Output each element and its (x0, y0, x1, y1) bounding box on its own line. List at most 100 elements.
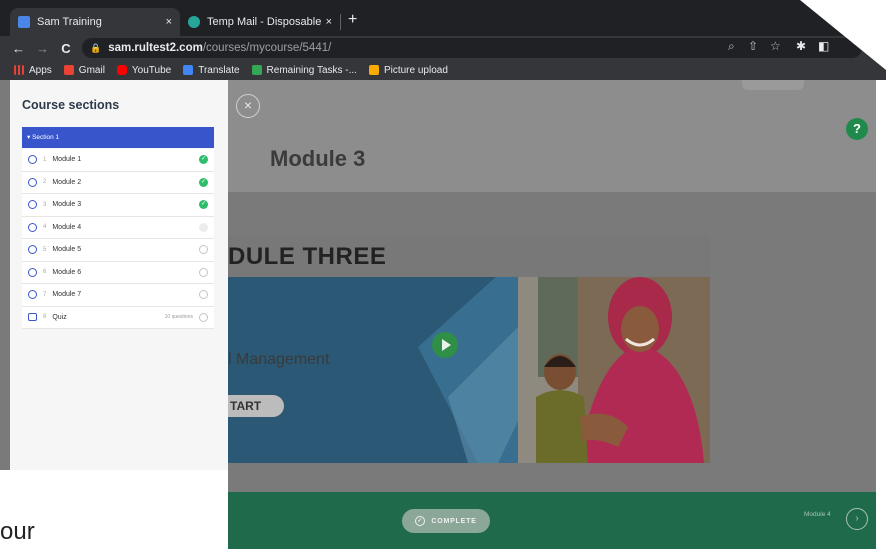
course-sections-sidebar: Course sections ▾ Section 1 1 Module 1 ✓… (10, 80, 228, 471)
translate-icon (183, 65, 194, 75)
module-name: Module 5 (52, 246, 82, 254)
status-pending-icon (199, 290, 208, 300)
sidepanel-icon[interactable]: ◧ (818, 39, 829, 53)
module-footer-bar: ✓ COMPLETE Module 4 › (228, 492, 886, 549)
next-module-label: Module 4 (804, 511, 831, 518)
module-header-area (228, 80, 886, 192)
sidebar-item-module-4[interactable]: 4 Module 4 (22, 216, 214, 239)
sidebar-item-module-1[interactable]: 1 Module 1 ✓ (22, 149, 214, 172)
module-name: Quiz (52, 313, 67, 321)
bookmark-label: Remaining Tasks -... (266, 64, 357, 76)
sidebar-item-module-2[interactable]: 2 Module 2 ✓ (22, 171, 214, 194)
video-thumbnail: l Management TART (228, 277, 710, 463)
next-module-button[interactable]: › (846, 508, 868, 530)
url-host: sam.rultest2.com (108, 42, 203, 54)
tab-favicon-icon (18, 16, 30, 28)
section-header[interactable]: ▾ Section 1 (22, 127, 214, 148)
bookmark-picture-upload[interactable]: Picture upload (368, 64, 448, 76)
bookmark-gmail[interactable]: Gmail (63, 64, 105, 76)
module-number: 6 (43, 269, 47, 276)
module-name: Module 1 (52, 156, 82, 164)
bookmarks-bar: Apps Gmail YouTube Translate Remaining T… (0, 60, 886, 80)
tab-sam-training[interactable]: Sam Training × (10, 8, 180, 36)
gmail-icon (63, 65, 74, 75)
sidebar-item-module-6[interactable]: 6 Module 6 (22, 261, 214, 284)
sidebar-item-module-7[interactable]: 7 Module 7 (22, 284, 214, 307)
module-play-icon (28, 200, 37, 210)
module-name: Module 4 (52, 223, 82, 231)
extensions-icon[interactable]: ✱ (796, 39, 806, 53)
quiz-icon (28, 313, 37, 322)
tab-temp-mail[interactable]: Temp Mail - Disposable Tempo × (180, 8, 340, 36)
sidebar-item-module-5[interactable]: 5 Module 5 (22, 239, 214, 262)
module-play-icon (28, 222, 37, 232)
bookmark-label: Gmail (78, 64, 105, 76)
module-play-icon (28, 267, 37, 277)
bookmark-translate[interactable]: Translate (183, 64, 240, 76)
address-bar[interactable]: 🔒 sam.rultest2.com /courses/mycourse/544… (82, 38, 862, 58)
tab-close-icon[interactable]: × (326, 16, 332, 28)
module-number: 4 (43, 224, 47, 231)
complete-button[interactable]: ✓ COMPLETE (402, 509, 490, 533)
tab-title: Sam Training (37, 16, 102, 28)
browser-toolbar: ← → C 🔒 sam.rultest2.com /courses/mycour… (0, 36, 886, 60)
new-tab-icon[interactable]: + (348, 11, 357, 29)
bookmark-star-icon[interactable]: ☆ (770, 39, 781, 53)
browser-chrome: Sam Training × Temp Mail - Disposable Te… (0, 0, 886, 80)
module-number: 5 (43, 246, 47, 253)
status-pending-icon (199, 245, 208, 255)
reload-icon[interactable]: C (60, 41, 72, 56)
complete-label: COMPLETE (431, 517, 477, 525)
sidebar-title: Course sections (22, 98, 120, 112)
forward-icon[interactable]: → (36, 41, 49, 56)
url-path: /courses/mycourse/5441/ (202, 42, 332, 54)
play-icon[interactable] (432, 332, 458, 358)
apps-grid-icon (14, 65, 24, 75)
video-subtitle: l Management (228, 351, 330, 368)
status-empty-icon (199, 222, 208, 232)
lock-icon: 🔒 (90, 42, 102, 53)
tab-favicon-icon (188, 16, 200, 28)
screenshot-edge-artifact (876, 80, 886, 549)
screenshot: Sam Training × Temp Mail - Disposable Te… (0, 0, 886, 549)
module-name: Module 6 (52, 268, 82, 276)
module-number: 1 (43, 156, 47, 163)
module-number: 8 (43, 314, 47, 321)
sidebar-item-quiz[interactable]: 8 Quiz 10 questions (22, 306, 214, 329)
tab-close-icon[interactable]: × (166, 16, 172, 28)
close-sidebar-button[interactable]: × (236, 94, 260, 118)
module-play-icon (28, 245, 37, 255)
module-number: 3 (43, 201, 47, 208)
module-name: Module 2 (52, 178, 82, 186)
bookmark-label: Translate (198, 64, 240, 76)
share-icon[interactable]: ⇧ (748, 39, 758, 53)
module-name: Module 3 (52, 201, 82, 209)
bookmark-label: Picture upload (383, 64, 448, 76)
bookmark-label: YouTube (131, 64, 172, 76)
youtube-icon (116, 65, 127, 75)
back-icon[interactable]: ← (12, 41, 25, 56)
module-number: 7 (43, 291, 47, 298)
tasks-icon (251, 65, 262, 75)
video-player[interactable]: DULE THREE l Management TART (228, 235, 710, 463)
sidebar-item-module-3[interactable]: 3 Module 3 ✓ (22, 194, 214, 217)
video-start-button[interactable]: TART (228, 395, 284, 417)
check-icon: ✓ (415, 516, 426, 526)
status-pending-icon (199, 267, 208, 277)
help-button[interactable]: ? (846, 118, 868, 140)
completed-check-icon: ✓ (199, 200, 208, 210)
module-list: 1 Module 1 ✓ 2 Module 2 ✓ 3 Module 3 ✓ 4… (22, 149, 214, 329)
bookmark-apps[interactable]: Apps (14, 65, 52, 76)
tab-separator (340, 14, 341, 30)
module-play-icon (28, 155, 37, 165)
completed-check-icon: ✓ (199, 155, 208, 165)
completed-check-icon: ✓ (199, 177, 208, 187)
module-play-icon (28, 177, 37, 187)
bookmark-youtube[interactable]: YouTube (116, 64, 172, 76)
status-pending-icon (199, 312, 208, 322)
zoom-icon[interactable]: ⌕ (728, 39, 735, 54)
bookmark-remaining-tasks[interactable]: Remaining Tasks -... (251, 64, 357, 76)
top-pill (742, 80, 804, 90)
background-text-fragment: our (0, 518, 35, 545)
mother-child-photo (518, 277, 710, 463)
